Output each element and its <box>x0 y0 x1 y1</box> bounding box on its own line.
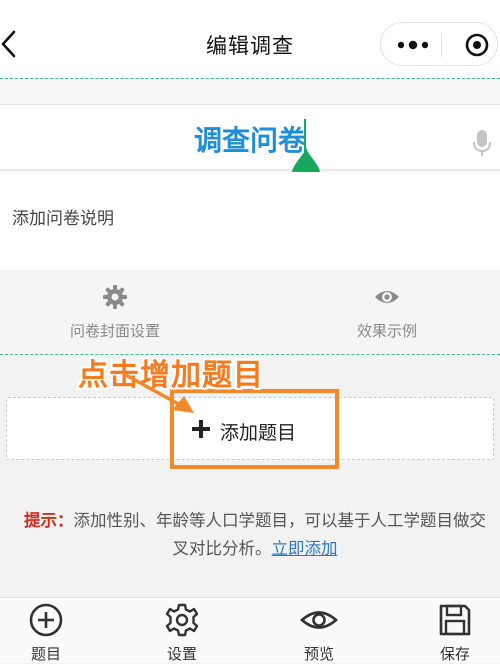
spacer-band <box>0 80 500 104</box>
survey-description-field[interactable]: 添加问卷说明 <box>0 172 500 270</box>
tab-settings[interactable]: 设置 <box>137 602 227 664</box>
add-now-link[interactable]: 立即添加 <box>272 539 338 558</box>
tab-save[interactable]: 保存 <box>410 602 500 664</box>
eye-icon <box>300 611 338 629</box>
survey-title-field[interactable]: 调查问卷 <box>0 104 500 170</box>
mini-program-capsule <box>380 22 498 66</box>
plus-circle-icon <box>29 603 63 637</box>
cover-settings-button[interactable]: 问卷封面设置 <box>15 284 215 341</box>
preview-example-button[interactable]: 效果示例 <box>287 284 487 341</box>
top-nav-bar: 编辑调查 <box>0 0 500 78</box>
tab-preview-label: 预览 <box>303 645 334 663</box>
tip-text: 提示：添加性别、年龄等人口学题目，可以基于人工学题目做交叉对比分析。立即添加 <box>20 507 490 563</box>
cover-settings-label: 问卷封面设置 <box>69 322 160 340</box>
dashed-divider <box>0 78 500 79</box>
tab-preview[interactable]: 预览 <box>274 602 364 664</box>
tab-questions[interactable]: 题目 <box>1 602 91 664</box>
tab-save-label: 保存 <box>439 645 470 663</box>
annotation-arrow-icon <box>122 372 194 413</box>
more-dots-icon[interactable] <box>397 38 429 52</box>
tip-label: 提示： <box>24 511 74 530</box>
bottom-tab-bar: 题目 设置 预览 保存 <box>0 597 500 663</box>
save-icon <box>439 604 471 636</box>
preview-example-label: 效果示例 <box>356 322 417 340</box>
gear-icon <box>103 285 127 309</box>
eye-icon <box>375 291 399 303</box>
tab-questions-label: 题目 <box>30 645 61 663</box>
survey-title[interactable]: 调查问卷 <box>0 119 500 159</box>
microphone-icon[interactable] <box>472 129 492 157</box>
description-placeholder: 添加问卷说明 <box>12 209 114 229</box>
close-target-icon[interactable] <box>465 33 489 57</box>
capsule-divider <box>441 33 442 57</box>
gear-icon <box>165 603 199 637</box>
settings-row: 问卷封面设置 效果示例 <box>0 270 500 355</box>
tab-settings-label: 设置 <box>166 645 197 663</box>
